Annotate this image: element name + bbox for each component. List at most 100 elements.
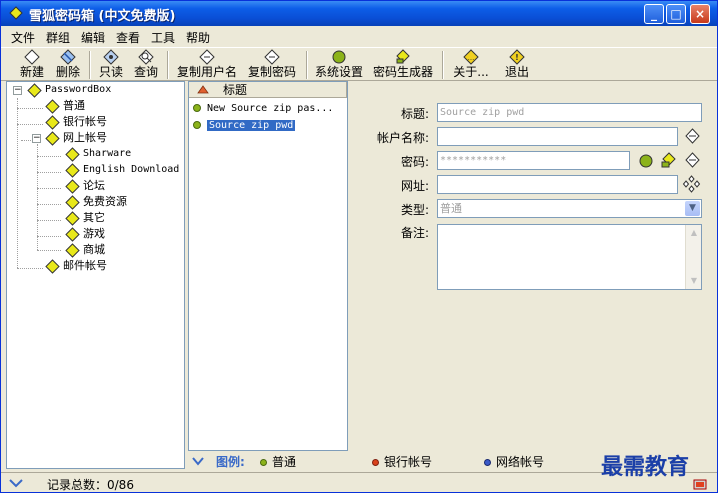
legend-net: 网络帐号 xyxy=(484,453,544,470)
account-label: 帐户名称: xyxy=(376,131,429,145)
new-label: 新建 xyxy=(19,65,44,79)
tree-node-label: 其它 xyxy=(83,211,105,224)
diamond-icon xyxy=(65,226,80,242)
list-item-label: New Source zip pas... xyxy=(207,103,334,114)
settings-button[interactable]: 系统设置 xyxy=(313,49,365,81)
close-button[interactable]: × xyxy=(690,4,710,24)
menu-view[interactable]: 查看 xyxy=(116,29,140,46)
title-field[interactable]: Source zip pwd xyxy=(437,103,702,122)
maximize-button[interactable]: □ xyxy=(666,4,686,24)
settings-label: 系统设置 xyxy=(314,65,363,79)
query-icon xyxy=(138,49,154,65)
about-button[interactable]: ... 关于... xyxy=(450,49,492,81)
tree-connector xyxy=(37,156,61,157)
watermark: 最需教育 xyxy=(601,454,690,480)
chevron-down-icon[interactable] xyxy=(9,479,23,488)
sort-arrow-icon xyxy=(197,85,209,94)
app-window: 雪狐密码箱 (中文免费版) _ □ × 文件 群组 编辑 查看 工具 帮助 新建… xyxy=(0,0,718,493)
scroll-up-icon[interactable]: ▲ xyxy=(687,226,701,240)
group-tree[interactable]: − PasswordBox 普通 银行帐号 − 网上帐号 Sharware En… xyxy=(6,81,185,469)
tree-connector xyxy=(17,124,43,125)
diamond-icon xyxy=(45,258,60,274)
readonly-button[interactable]: 只读 xyxy=(96,49,126,81)
tree-node-label: 普通 xyxy=(63,99,85,112)
password-field[interactable]: *********** xyxy=(437,151,630,170)
toolbar-separator xyxy=(167,51,169,79)
type-select[interactable]: 普通 ▼ xyxy=(437,199,702,218)
copy-password-icon[interactable] xyxy=(684,152,701,168)
tree-node-label: 银行帐号 xyxy=(63,115,107,128)
url-label: 网址: xyxy=(400,179,429,193)
tree-node-other[interactable]: 其它 xyxy=(65,210,105,226)
tree-node-english-download[interactable]: English Download xyxy=(65,162,179,178)
title-bar[interactable]: 雪狐密码箱 (中文免费版) _ □ × xyxy=(1,1,717,26)
record-list[interactable]: 标题 New Source zip pas... Source zip pwd xyxy=(188,81,348,451)
copy-account-icon[interactable] xyxy=(684,128,701,144)
chevron-down-icon[interactable]: ▼ xyxy=(685,201,700,216)
list-item[interactable]: New Source zip pas... xyxy=(193,101,341,117)
resize-grip-icon[interactable] xyxy=(693,478,707,490)
tree-collapse-toggle[interactable]: − xyxy=(32,134,41,143)
diamond-icon xyxy=(45,130,60,146)
diamond-icon xyxy=(45,98,60,114)
tree-connector xyxy=(17,268,43,269)
type-select-value: 普通 xyxy=(440,202,462,215)
account-field[interactable] xyxy=(437,127,678,146)
menu-bar: 文件 群组 编辑 查看 工具 帮助 xyxy=(1,27,717,47)
diamond-icon xyxy=(45,114,60,130)
general-dot-icon xyxy=(260,459,267,466)
tree-connector xyxy=(37,172,61,173)
menu-file[interactable]: 文件 xyxy=(11,29,35,46)
tree-node-mall[interactable]: 商城 xyxy=(65,242,105,258)
exit-button[interactable]: ! 退出 xyxy=(501,49,533,81)
menu-edit[interactable]: 编辑 xyxy=(81,29,105,46)
open-url-icon[interactable] xyxy=(682,175,701,193)
delete-button[interactable]: 删除 xyxy=(53,49,83,81)
tree-node-bank[interactable]: 银行帐号 xyxy=(45,114,107,130)
delete-label: 删除 xyxy=(55,65,80,79)
tree-node-general[interactable]: 普通 xyxy=(45,98,85,114)
window-title: 雪狐密码箱 (中文免费版) xyxy=(29,9,176,24)
menu-group[interactable]: 群组 xyxy=(46,29,70,46)
list-header-title[interactable]: 标题 xyxy=(189,82,347,98)
menu-tools[interactable]: 工具 xyxy=(151,29,175,46)
minimize-button[interactable]: _ xyxy=(644,4,664,24)
tree-node-shareware[interactable]: Sharware xyxy=(65,146,131,162)
tree-node-label: English Download xyxy=(83,164,180,175)
new-button[interactable]: 新建 xyxy=(17,49,47,81)
copy-username-button[interactable]: 复制用户名 xyxy=(174,49,240,81)
tree-collapse-toggle[interactable]: − xyxy=(13,86,22,95)
tree-node-root[interactable]: PasswordBox xyxy=(27,82,111,98)
readonly-icon xyxy=(103,49,119,65)
generate-password-icon[interactable] xyxy=(660,152,677,169)
menu-help[interactable]: 帮助 xyxy=(186,29,210,46)
diamond-icon xyxy=(65,162,80,178)
tree-node-label: Sharware xyxy=(83,148,132,159)
toolbar-separator xyxy=(306,51,308,79)
tree-node-label: 邮件帐号 xyxy=(63,259,107,272)
delete-icon xyxy=(60,49,76,65)
note-textarea[interactable]: ▲ ▼ xyxy=(437,224,702,290)
note-scrollbar[interactable]: ▲ ▼ xyxy=(685,225,701,289)
list-item-selected[interactable]: Source zip pwd xyxy=(193,118,341,134)
diamond-icon xyxy=(27,82,42,98)
diamond-icon xyxy=(65,178,80,194)
tree-connector xyxy=(37,250,61,251)
tree-node-web[interactable]: 网上帐号 xyxy=(45,130,107,146)
diamond-icon xyxy=(65,194,80,210)
tree-node-free-resources[interactable]: 免费资源 xyxy=(65,194,127,210)
legend-general: 普通 xyxy=(260,453,296,470)
tree-node-label: 游戏 xyxy=(83,227,105,240)
show-password-icon[interactable] xyxy=(638,153,654,169)
query-button[interactable]: 查询 xyxy=(131,49,161,81)
copy-password-button[interactable]: 复制密码 xyxy=(245,49,299,81)
url-field[interactable] xyxy=(437,175,678,194)
tree-node-game[interactable]: 游戏 xyxy=(65,226,105,242)
copy-password-icon xyxy=(264,49,280,65)
tree-node-mail[interactable]: 邮件帐号 xyxy=(45,258,107,274)
chevron-down-icon[interactable] xyxy=(192,457,204,466)
tree-node-label: 免费资源 xyxy=(83,195,127,208)
scroll-down-icon[interactable]: ▼ xyxy=(687,274,701,288)
password-generator-button[interactable]: 密码生成器 xyxy=(371,49,435,81)
tree-node-forum[interactable]: 论坛 xyxy=(65,178,105,194)
